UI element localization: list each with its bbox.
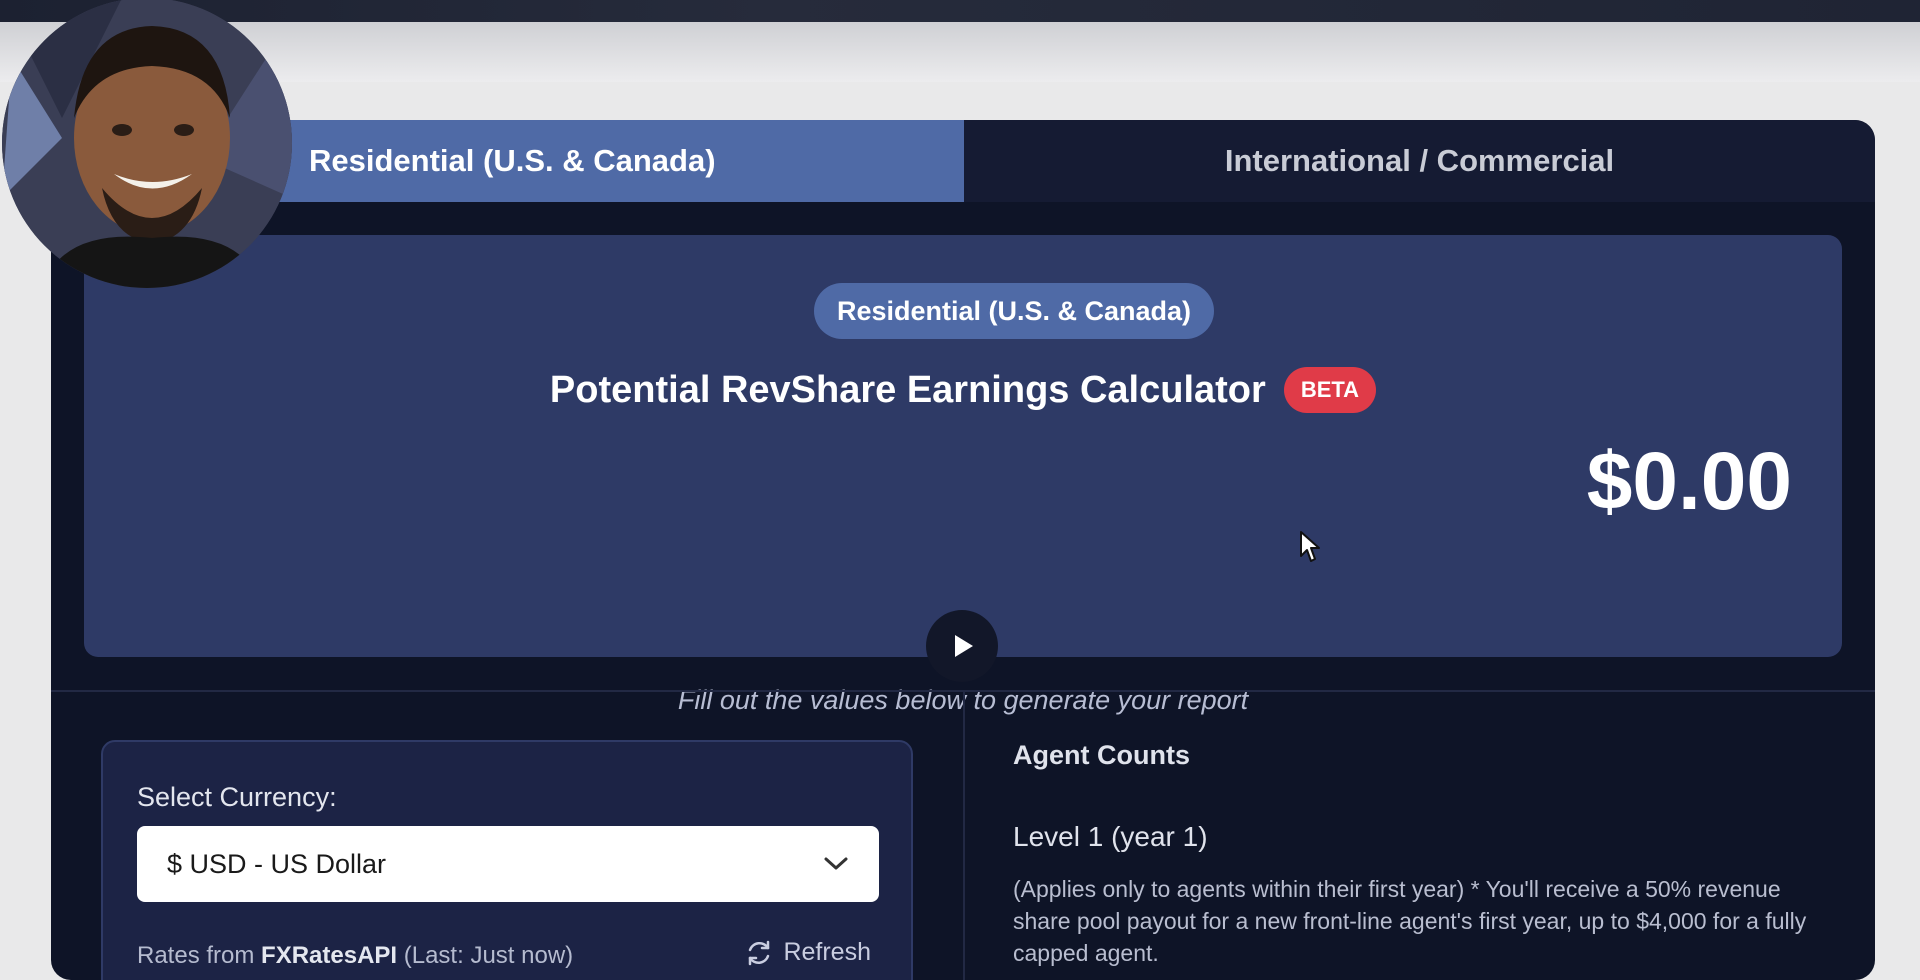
level-1-label: Level 1 (year 1) bbox=[1013, 821, 1208, 852]
currency-card: Select Currency: $ USD - US Dollar Rates… bbox=[101, 740, 913, 980]
rates-source: FXRatesAPI bbox=[261, 942, 398, 969]
top-strip bbox=[0, 0, 1920, 22]
residential-pill-label: Residential (U.S. & Canada) bbox=[836, 295, 1192, 326]
beta-badge: BETA bbox=[1283, 367, 1377, 413]
refresh-rates-button[interactable]: Refresh bbox=[745, 938, 871, 967]
tab-bar: Residential (U.S. & Canada) Internationa… bbox=[51, 120, 1875, 202]
rates-prefix: Rates from bbox=[137, 942, 262, 969]
play-icon bbox=[955, 635, 973, 657]
tab-residential-label: Residential (U.S. & Canada) bbox=[309, 143, 716, 178]
calculator-panel: Residential (U.S. & Canada) Internationa… bbox=[51, 120, 1875, 980]
currency-select[interactable]: $ USD - US Dollar bbox=[137, 826, 879, 902]
presenter-portrait bbox=[2, 0, 292, 288]
earnings-amount: $0.00 bbox=[1586, 436, 1792, 527]
tab-international-label: International / Commercial bbox=[1224, 143, 1615, 178]
play-video-button[interactable] bbox=[926, 610, 998, 682]
currency-selected-value: $ USD - US Dollar bbox=[167, 848, 387, 879]
calculator-title-row: Potential RevShare Earnings Calculator B… bbox=[84, 355, 1842, 425]
residential-pill: Residential (U.S. & Canada) bbox=[814, 283, 1214, 339]
refresh-label: Refresh bbox=[783, 938, 871, 966]
presenter-avatar bbox=[2, 0, 292, 288]
cursor-icon bbox=[1300, 531, 1320, 562]
hero-card: Residential (U.S. & Canada) Potential Re… bbox=[84, 235, 1842, 715]
refresh-icon bbox=[749, 940, 770, 965]
chevron-down-icon bbox=[824, 857, 848, 870]
level-1-description: (Applies only to agents within their fir… bbox=[1013, 876, 1807, 966]
background-fade bbox=[0, 22, 1920, 82]
tab-international-commercial[interactable]: International / Commercial bbox=[964, 120, 1875, 202]
rates-info: Rates from FXRatesAPI (Last: Just now) bbox=[137, 942, 573, 970]
column-divider bbox=[963, 692, 965, 980]
currency-label: Select Currency: bbox=[137, 782, 337, 812]
rates-suffix: (Last: Just now) bbox=[397, 942, 574, 969]
agent-counts-title: Agent Counts bbox=[1013, 740, 1190, 770]
calculator-title: Potential RevShare Earnings Calculator bbox=[549, 368, 1266, 411]
agent-counts-section: Agent Counts Level 1 (year 1) (Applies o… bbox=[1013, 740, 1813, 969]
